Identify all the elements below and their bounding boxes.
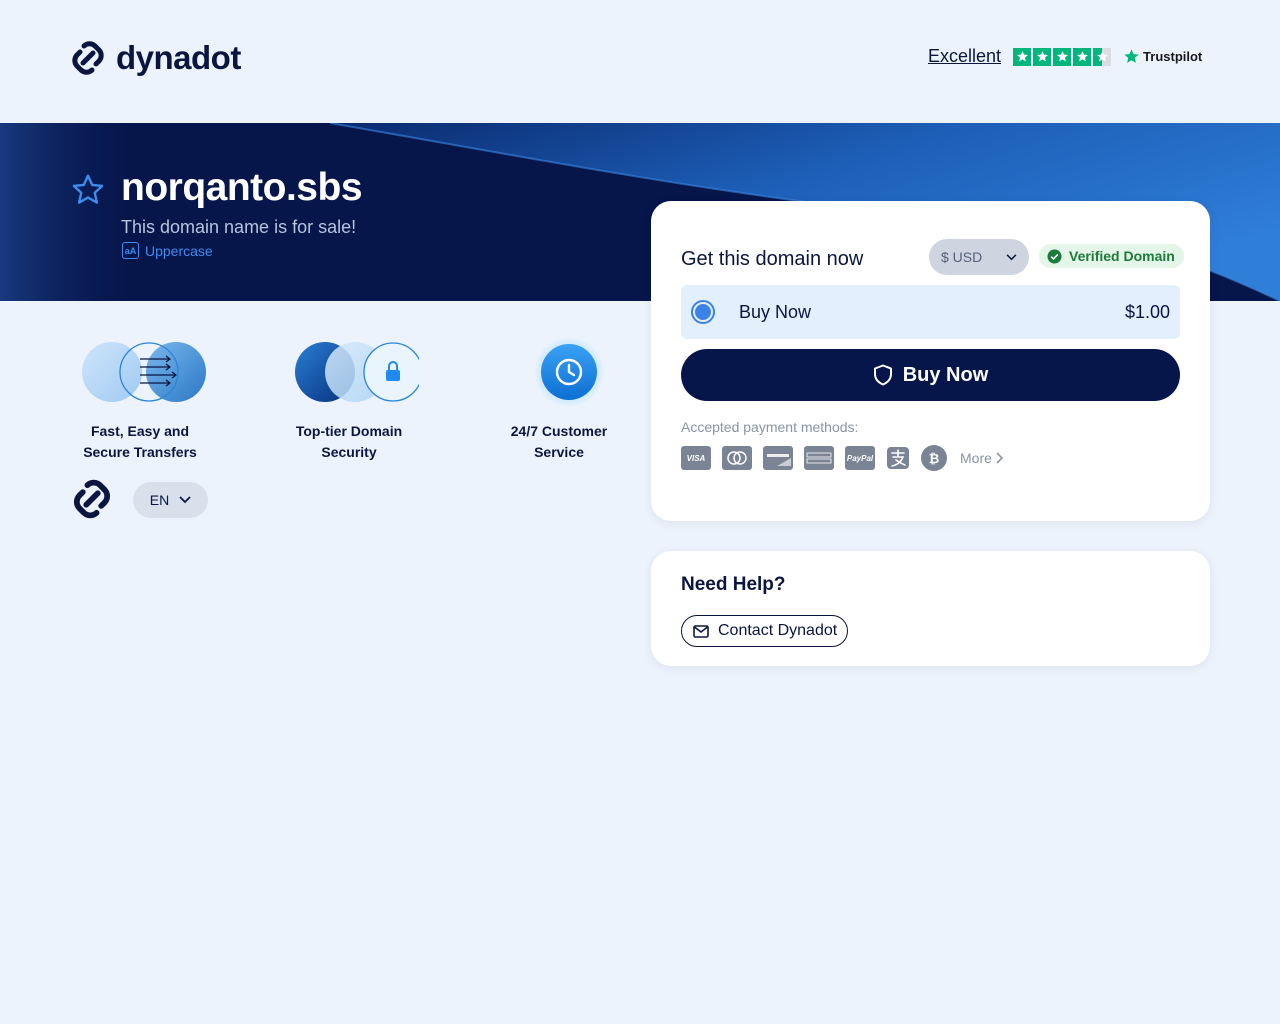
mastercard-icon: [722, 446, 752, 470]
radio-selected[interactable]: [691, 300, 715, 324]
verified-label: Verified Domain: [1069, 248, 1175, 264]
mail-icon: [693, 624, 709, 638]
trustpilot-brand: Trustpilot: [1143, 49, 1203, 64]
paypal-icon: PayPal: [845, 446, 875, 470]
currency-select[interactable]: $ USD: [929, 239, 1029, 275]
alipay-icon: [886, 446, 910, 470]
chevron-down-icon: [1006, 253, 1017, 260]
for-sale-text: This domain name is for sale!: [121, 217, 357, 237]
more-label: More: [960, 450, 992, 466]
feature-label: 24/7 Customer Service: [510, 423, 608, 460]
contact-label: Contact Dynadot: [718, 622, 838, 639]
check-circle-icon: [1047, 248, 1062, 264]
discover-icon: [763, 446, 793, 470]
currency-value: $ USD: [941, 249, 983, 265]
payment-label: Accepted payment methods:: [681, 419, 859, 435]
feature-transfers: Fast, Easy and Secure Transfers: [60, 338, 220, 463]
trustpilot-rating[interactable]: Excellent Trustpilot: [928, 46, 1202, 67]
contact-button[interactable]: Contact Dynadot: [681, 615, 849, 647]
half-star-icon: [1093, 47, 1112, 66]
verified-badge: Verified Domain: [1039, 244, 1184, 268]
logo-text: dynadot: [116, 39, 241, 76]
uppercase-label: Uppercase: [145, 242, 213, 259]
help-title: Need Help?: [681, 574, 786, 595]
bitcoin-icon: ₿: [921, 445, 947, 471]
trust-stars: [1013, 47, 1112, 66]
clock-support-icon: [535, 338, 603, 406]
amex-icon: [804, 446, 834, 470]
top-bar: dynadot Excellent Trustpilot: [0, 0, 1280, 123]
payment-methods: VISA PayPal ₿ More: [681, 445, 1003, 471]
option-price: $1.00: [1124, 301, 1170, 322]
language-value: EN: [149, 492, 170, 508]
more-payments-link[interactable]: More: [960, 450, 1003, 466]
chevron-right-icon: [996, 452, 1003, 464]
option-label: Buy Now: [739, 301, 812, 322]
transfer-icon: [82, 342, 206, 402]
favorite-star-icon[interactable]: [70, 172, 106, 208]
feature-support: 24/7 Customer Service: [479, 338, 639, 463]
feature-label: Top-tier Domain Security: [295, 423, 403, 460]
dynadot-logo[interactable]: dynadot: [68, 38, 241, 78]
visa-icon: VISA: [681, 446, 711, 470]
uppercase-toggle[interactable]: aA Uppercase: [122, 242, 213, 259]
chevron-down-icon: [179, 496, 191, 504]
card-title: Get this domain now: [681, 248, 864, 270]
dynadot-link-icon: [72, 41, 104, 75]
buy-button-label: Buy Now: [902, 363, 989, 386]
shield-icon: [873, 364, 892, 386]
uppercase-icon: aA: [122, 242, 139, 259]
trust-label[interactable]: Excellent: [928, 46, 1001, 67]
trustpilot-logo: Trustpilot: [1123, 48, 1202, 65]
feature-label: Fast, Easy and Secure Transfers: [83, 423, 197, 460]
trustpilot-star-icon: [1124, 49, 1139, 63]
star-icon: [1073, 47, 1092, 66]
purchase-card: Get this domain now $ USD Verified Domai…: [651, 201, 1210, 521]
star-icon: [1053, 47, 1072, 66]
feature-security: Top-tier Domain Security: [269, 338, 429, 463]
language-select[interactable]: EN: [133, 482, 208, 518]
star-icon: [1033, 47, 1052, 66]
buy-now-button[interactable]: Buy Now: [681, 349, 1180, 401]
domain-name: norqanto.sbs: [121, 166, 363, 209]
buy-now-option[interactable]: Buy Now $1.00: [681, 285, 1180, 339]
help-card: Need Help? Contact Dynadot: [651, 551, 1210, 666]
lock-security-icon: [295, 342, 423, 402]
dynadot-link-icon[interactable]: [69, 476, 115, 522]
star-icon: [1013, 47, 1032, 66]
